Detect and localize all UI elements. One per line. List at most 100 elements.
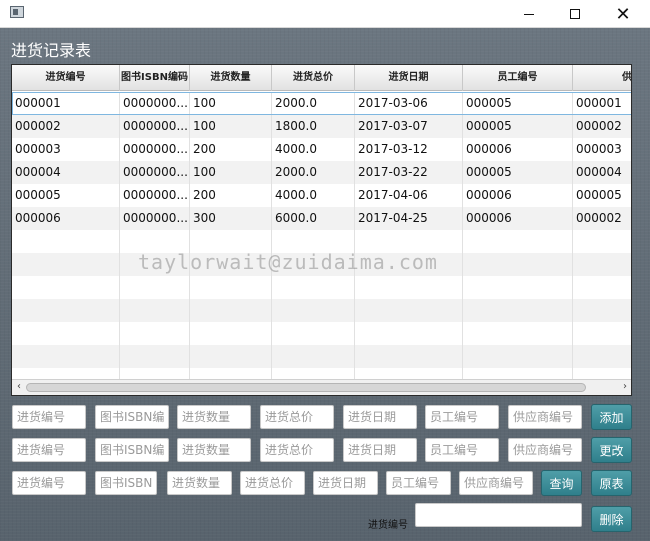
- query-date-input[interactable]: [313, 471, 378, 495]
- table-cell: 2017-03-06: [355, 92, 463, 115]
- column-header-total-price[interactable]: 进货总价: [272, 65, 355, 91]
- table-cell: 0000000...: [120, 92, 190, 115]
- table-cell: 0000000...: [120, 207, 190, 230]
- update-isbn-input[interactable]: [95, 438, 169, 462]
- add-quantity-input[interactable]: [177, 405, 251, 429]
- query-employee-id-input[interactable]: [386, 471, 451, 495]
- horizontal-scrollbar[interactable]: ‹ ›: [12, 379, 631, 395]
- page-title: 进货记录表: [11, 41, 92, 60]
- table-row[interactable]: 000005 0000000... 200 4000.0 2017-04-06 …: [12, 184, 631, 207]
- column-header-purchase-id[interactable]: 进货编号: [12, 65, 120, 91]
- table-cell: 200: [190, 184, 272, 207]
- table-cell: 100: [190, 92, 272, 115]
- add-supplier-id-input[interactable]: [508, 405, 582, 429]
- query-quantity-input[interactable]: [167, 471, 232, 495]
- table-cell: 200: [190, 138, 272, 161]
- table-body: 000001 0000000... 100 2000.0 2017-03-06 …: [12, 92, 631, 391]
- original-table-button[interactable]: 原表: [591, 470, 632, 496]
- update-purchase-id-input[interactable]: [12, 438, 86, 462]
- table-cell: 000002: [573, 115, 631, 138]
- table-cell: 000002: [12, 115, 120, 138]
- table-row[interactable]: 000004 0000000... 100 2000.0 2017-03-22 …: [12, 161, 631, 184]
- table-cell: 0000000...: [120, 115, 190, 138]
- table-cell: 100: [190, 115, 272, 138]
- update-button[interactable]: 更改: [591, 437, 632, 463]
- query-purchase-id-input[interactable]: [12, 471, 86, 495]
- table-cell: 2017-03-07: [355, 115, 463, 138]
- table-cell: 2000.0: [272, 92, 355, 115]
- column-header-quantity[interactable]: 进货数量: [190, 65, 272, 91]
- table-cell: 000001: [573, 92, 631, 115]
- table-cell: 000006: [12, 207, 120, 230]
- column-header-employee-id[interactable]: 员工编号: [463, 65, 573, 91]
- table-cell: 000005: [463, 161, 573, 184]
- table-cell: 000001: [12, 92, 120, 115]
- update-date-input[interactable]: [343, 438, 417, 462]
- update-employee-id-input[interactable]: [425, 438, 499, 462]
- table-cell: 2017-04-25: [355, 207, 463, 230]
- delete-purchase-id-input[interactable]: [415, 503, 582, 527]
- table-cell: 0000000...: [120, 161, 190, 184]
- add-button[interactable]: 添加: [591, 404, 632, 430]
- empty-row: [12, 299, 631, 322]
- update-total-price-input[interactable]: [260, 438, 334, 462]
- table-cell: 000002: [573, 207, 631, 230]
- table-cell: 000005: [573, 184, 631, 207]
- table-cell: 000004: [12, 161, 120, 184]
- table-row[interactable]: 000001 0000000... 100 2000.0 2017-03-06 …: [12, 92, 631, 115]
- delete-purchase-id-label: 进货编号: [368, 520, 408, 531]
- query-button[interactable]: 查询: [541, 470, 582, 496]
- query-isbn-input[interactable]: [95, 471, 157, 495]
- add-isbn-input[interactable]: [95, 405, 169, 429]
- add-purchase-id-input[interactable]: [12, 405, 86, 429]
- table-cell: 0000000...: [120, 184, 190, 207]
- app-icon: [10, 6, 24, 18]
- empty-row: [12, 276, 631, 299]
- minimize-icon: [524, 13, 534, 15]
- table-cell: 2000.0: [272, 161, 355, 184]
- purchase-records-table[interactable]: 进货编号 图书ISBN编码 进货数量 进货总价 进货日期 员工编号 供应商编 0…: [11, 64, 632, 396]
- table-cell: 000004: [573, 161, 631, 184]
- table-cell: 000006: [463, 207, 573, 230]
- table-cell: 4000.0: [272, 138, 355, 161]
- add-date-input[interactable]: [343, 405, 417, 429]
- update-supplier-id-input[interactable]: [508, 438, 582, 462]
- scroll-right-icon[interactable]: ›: [620, 382, 630, 392]
- table-cell: 2017-04-06: [355, 184, 463, 207]
- minimize-button[interactable]: [506, 0, 552, 28]
- table-cell: 000006: [463, 184, 573, 207]
- table-cell: 2017-03-12: [355, 138, 463, 161]
- table-row[interactable]: 000002 0000000... 100 1800.0 2017-03-07 …: [12, 115, 631, 138]
- table-cell: 000003: [573, 138, 631, 161]
- column-header-isbn[interactable]: 图书ISBN编码: [120, 65, 190, 91]
- close-button[interactable]: ✕: [600, 0, 646, 28]
- table-cell: 2017-03-22: [355, 161, 463, 184]
- table-cell: 000005: [463, 92, 573, 115]
- query-total-price-input[interactable]: [240, 471, 305, 495]
- scroll-left-icon[interactable]: ‹: [14, 382, 24, 392]
- table-cell: 000003: [12, 138, 120, 161]
- column-header-date[interactable]: 进货日期: [355, 65, 463, 91]
- watermark: taylorwait@zuidaima.com: [138, 250, 438, 274]
- maximize-button[interactable]: [552, 0, 598, 28]
- scrollbar-thumb[interactable]: [26, 383, 586, 392]
- table-row[interactable]: 000003 0000000... 200 4000.0 2017-03-12 …: [12, 138, 631, 161]
- table-cell: 4000.0: [272, 184, 355, 207]
- table-header: 进货编号 图书ISBN编码 进货数量 进货总价 进货日期 员工编号 供应商编: [12, 65, 631, 91]
- table-cell: 000005: [12, 184, 120, 207]
- title-bar: ✕: [0, 0, 650, 28]
- table-cell: 6000.0: [272, 207, 355, 230]
- update-quantity-input[interactable]: [177, 438, 251, 462]
- table-cell: 000005: [463, 115, 573, 138]
- table-row[interactable]: 000006 0000000... 300 6000.0 2017-04-25 …: [12, 207, 631, 230]
- add-employee-id-input[interactable]: [425, 405, 499, 429]
- table-cell: 1800.0: [272, 115, 355, 138]
- add-total-price-input[interactable]: [260, 405, 334, 429]
- delete-button[interactable]: 删除: [591, 506, 632, 532]
- query-supplier-id-input[interactable]: [459, 471, 533, 495]
- table-cell: 300: [190, 207, 272, 230]
- maximize-icon: [570, 9, 580, 19]
- empty-row: [12, 345, 631, 368]
- empty-row: [12, 322, 631, 345]
- column-header-supplier-id[interactable]: 供应商编: [573, 65, 631, 91]
